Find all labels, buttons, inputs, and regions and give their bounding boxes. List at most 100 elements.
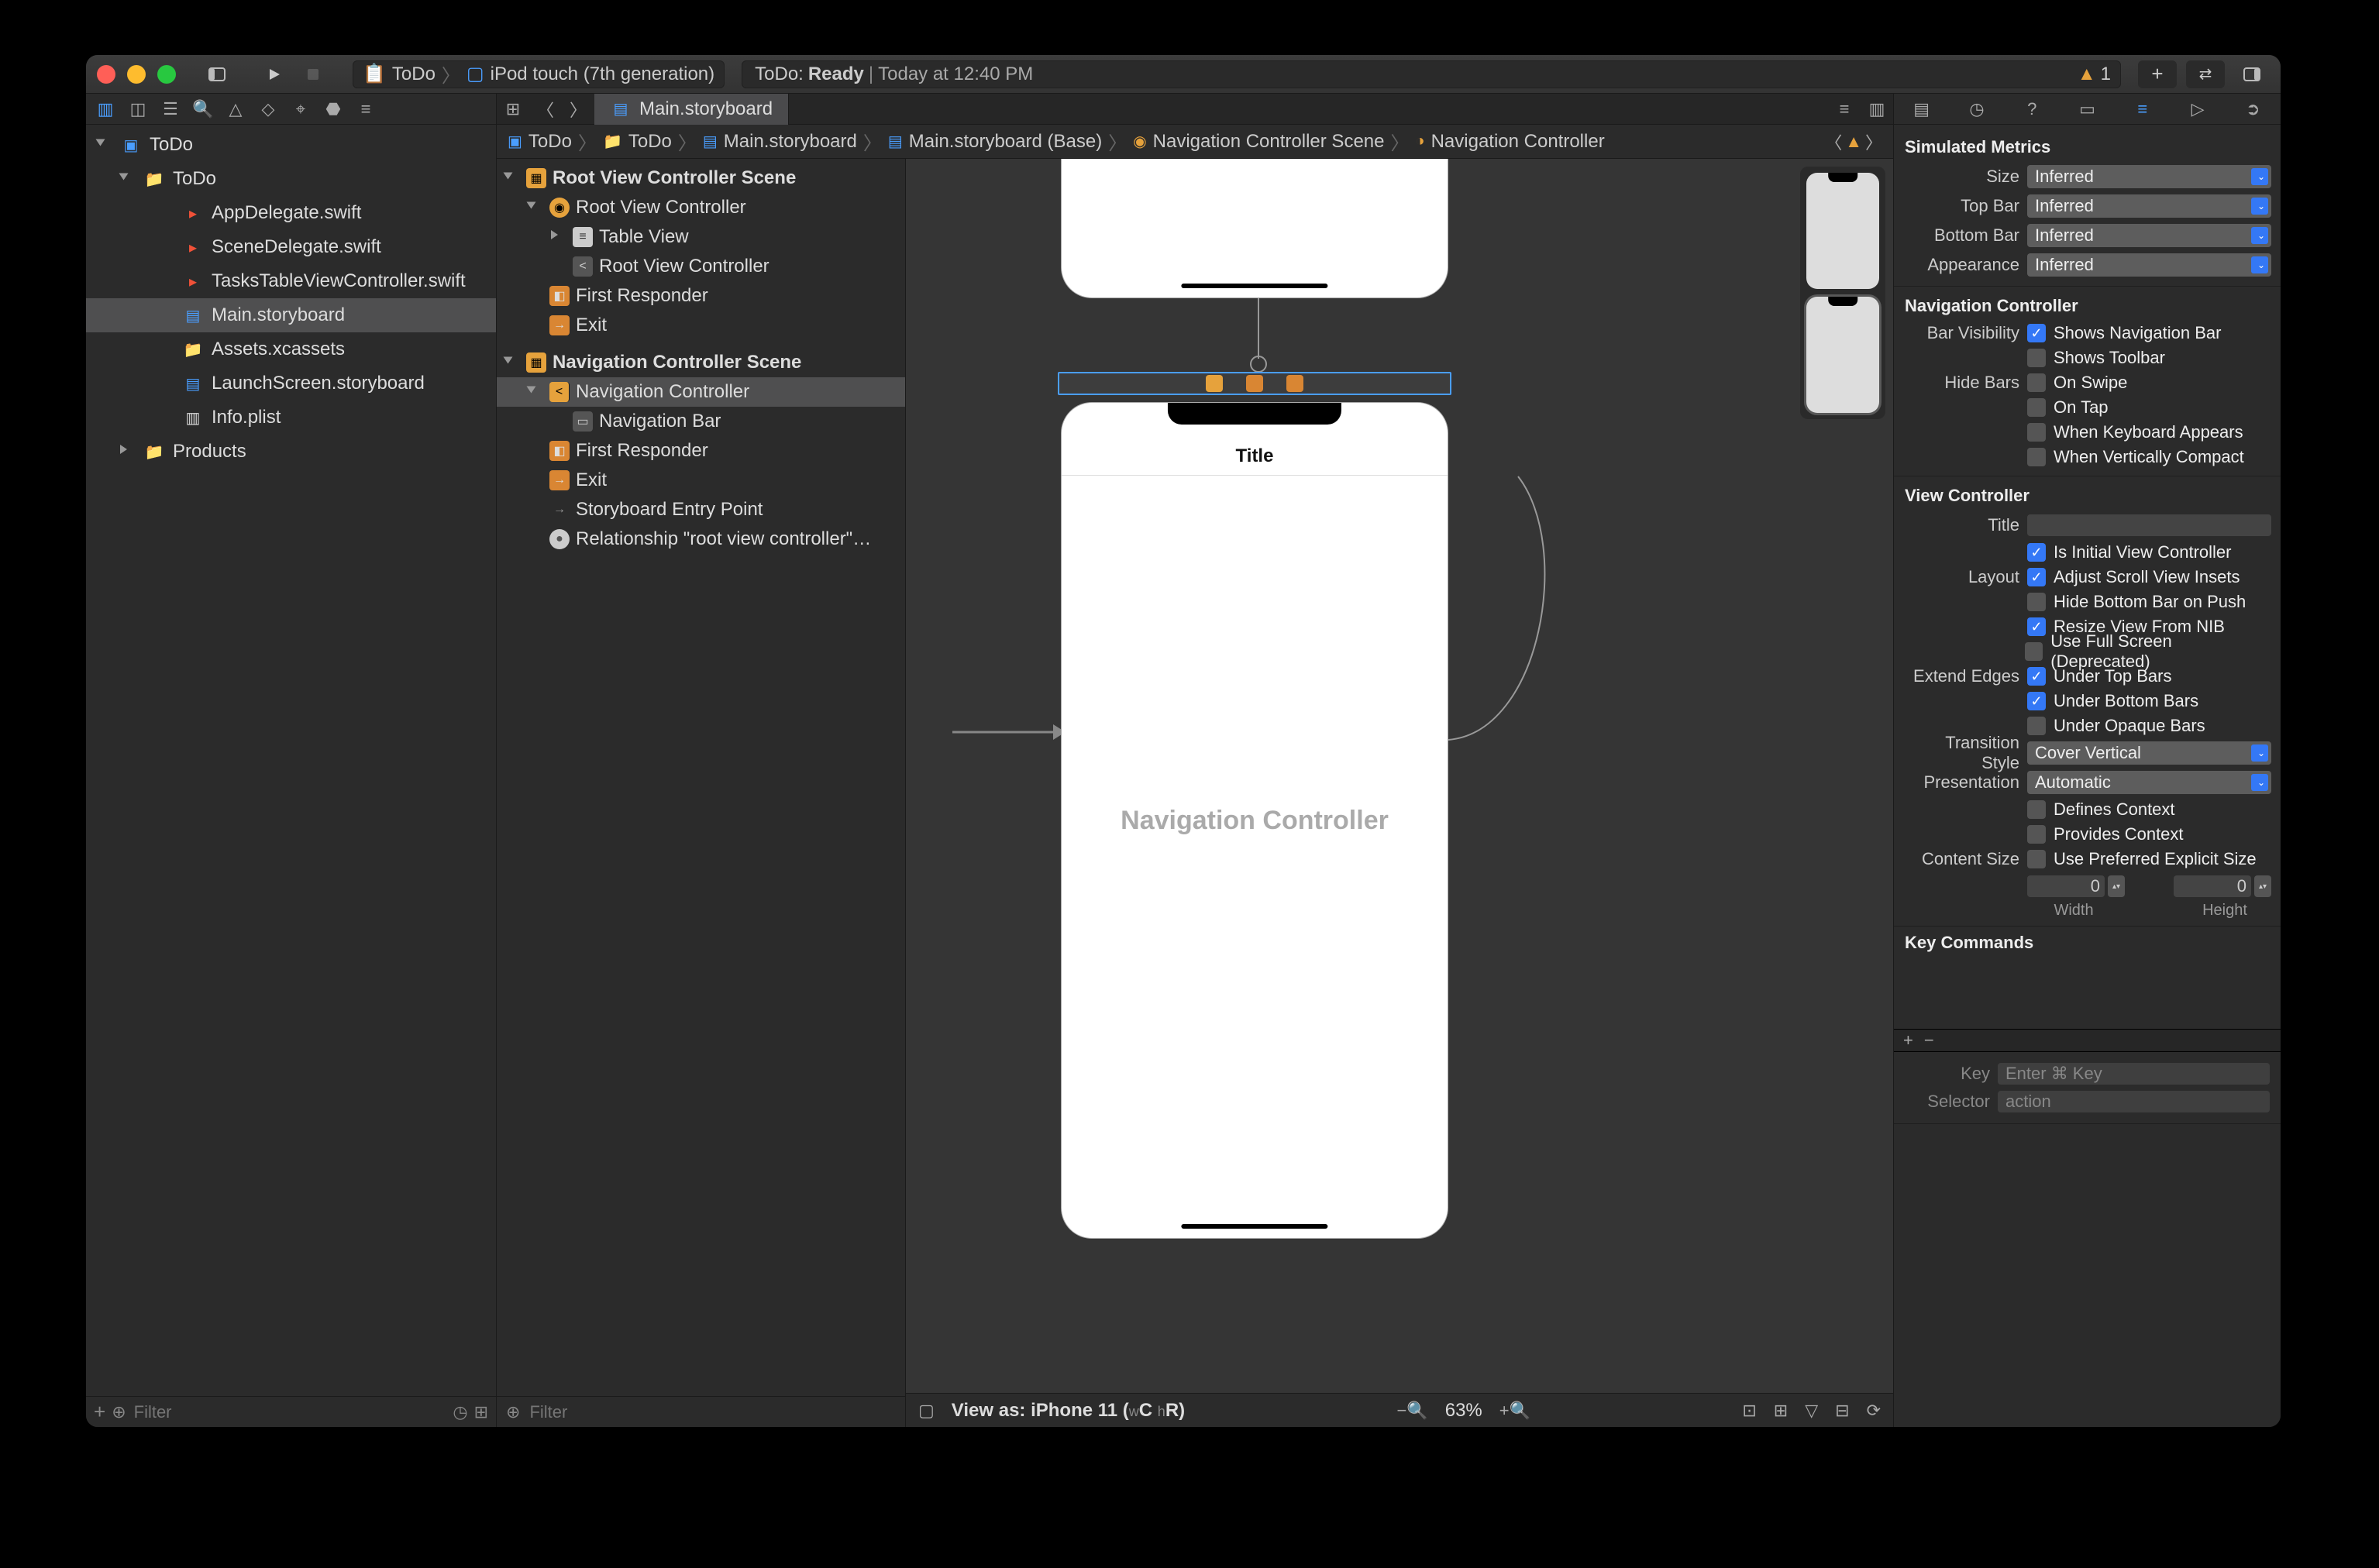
- group-row[interactable]: 📁 ToDo: [86, 162, 496, 196]
- recent-filter-button[interactable]: ◷: [453, 1402, 467, 1422]
- scheme-selector[interactable]: 📋 ToDo 〉 ▢ iPod touch (7th generation): [353, 60, 725, 88]
- exit-row[interactable]: →Exit: [497, 311, 905, 340]
- group-row[interactable]: 📁 Products: [86, 435, 496, 469]
- view-as-label[interactable]: View as: iPhone 11 (wC hR): [952, 1400, 1185, 1422]
- jump-bar[interactable]: ▣ToDo〉 📁ToDo〉 ▤Main.storyboard〉 ▤Main.st…: [497, 125, 1893, 159]
- help-inspector-tab[interactable]: ?: [2019, 98, 2045, 120]
- minimap-scene-selected[interactable]: [1806, 297, 1879, 413]
- nav-controller-row-selected[interactable]: <Navigation Controller: [497, 377, 905, 407]
- resolve-button[interactable]: ▽: [1805, 1401, 1818, 1421]
- hide-bottom-push-checkbox[interactable]: [2027, 593, 2046, 611]
- under-opaque-checkbox[interactable]: [2027, 717, 2046, 735]
- shows-nav-bar-checkbox[interactable]: ✓: [2027, 324, 2046, 342]
- top-bar-popup[interactable]: Inferred⌄: [2027, 194, 2271, 218]
- file-row[interactable]: ▸TasksTableViewController.swift: [86, 264, 496, 298]
- bottom-bar-popup[interactable]: Inferred⌄: [2027, 224, 2271, 247]
- navigation-controller-scene[interactable]: Title Navigation Controller: [1061, 402, 1448, 1239]
- relationship-row[interactable]: ●Relationship "root view controller"…: [497, 524, 905, 554]
- file-row[interactable]: 📁Assets.xcassets: [86, 332, 496, 366]
- embed-button[interactable]: ⊟: [1835, 1401, 1849, 1421]
- table-view-row[interactable]: ≡Table View: [497, 222, 905, 252]
- file-row[interactable]: ▥Info.plist: [86, 401, 496, 435]
- vc-row[interactable]: ◉Root View Controller: [497, 193, 905, 222]
- issue-indicator[interactable]: ▲ 1: [2078, 64, 2111, 85]
- full-screen-checkbox[interactable]: [2025, 642, 2043, 661]
- debug-navigator-tab[interactable]: ⌖: [289, 98, 312, 120]
- project-row[interactable]: ▣ ToDo: [86, 128, 496, 162]
- scm-filter-button[interactable]: ⊞: [474, 1402, 488, 1422]
- hide-on-swipe-checkbox[interactable]: [2027, 373, 2046, 392]
- use-preferred-size-checkbox[interactable]: [2027, 850, 2046, 868]
- key-field[interactable]: Enter ⌘ Key: [1998, 1063, 2270, 1085]
- vc-title-field[interactable]: [2027, 514, 2271, 536]
- related-items-button[interactable]: ⊞: [497, 94, 529, 125]
- resize-nib-checkbox[interactable]: ✓: [2027, 617, 2046, 636]
- shows-toolbar-checkbox[interactable]: [2027, 349, 2046, 367]
- size-popup[interactable]: Inferred⌄: [2027, 165, 2271, 188]
- code-review-button[interactable]: ⇄: [2186, 60, 2225, 88]
- test-navigator-tab[interactable]: ◇: [256, 98, 280, 120]
- activity-status[interactable]: ToDo: Ready | Today at 12:40 PM ▲ 1: [742, 60, 2121, 88]
- find-navigator-tab[interactable]: 🔍: [191, 98, 215, 120]
- ib-canvas[interactable]: Title Navigation Controller: [906, 159, 1893, 1393]
- minimap-scene[interactable]: [1806, 173, 1879, 289]
- minimize-window-button[interactable]: [127, 65, 146, 84]
- add-key-command-button[interactable]: +: [1903, 1030, 1913, 1050]
- add-button[interactable]: +: [94, 1400, 105, 1424]
- attributes-inspector-tab[interactable]: ≡: [2129, 98, 2156, 120]
- symbol-navigator-tab[interactable]: ☰: [159, 98, 182, 120]
- file-row[interactable]: ▸AppDelegate.swift: [86, 196, 496, 230]
- editor-options-button[interactable]: ≡: [1828, 94, 1861, 125]
- scene-row[interactable]: ▦Navigation Controller Scene: [497, 348, 905, 377]
- update-frames-button[interactable]: ⟳: [1867, 1401, 1881, 1421]
- under-top-checkbox[interactable]: ✓: [2027, 667, 2046, 686]
- exit-row[interactable]: →Exit: [497, 466, 905, 495]
- library-button[interactable]: +: [2138, 60, 2177, 88]
- history-inspector-tab[interactable]: ◷: [1964, 98, 1990, 120]
- editor-tab[interactable]: ▤ Main.storyboard: [594, 94, 789, 125]
- jump-bar-issues[interactable]: 〈 ▲ 〉: [1825, 129, 1882, 154]
- pin-button[interactable]: ⊞: [1774, 1401, 1788, 1421]
- defines-context-checkbox[interactable]: [2027, 800, 2046, 819]
- transition-popup[interactable]: Cover Vertical⌄: [2027, 741, 2271, 765]
- stop-button[interactable]: [295, 60, 331, 88]
- run-button[interactable]: [256, 60, 292, 88]
- nav-bar-row[interactable]: ▭Navigation Bar: [497, 407, 905, 436]
- entry-point-row[interactable]: →Storyboard Entry Point: [497, 495, 905, 524]
- toggle-inspector-button[interactable]: [2234, 60, 2270, 88]
- source-control-navigator-tab[interactable]: ◫: [126, 98, 150, 120]
- connections-inspector-tab[interactable]: ➲: [2240, 98, 2266, 120]
- project-navigator-tab[interactable]: ▥: [94, 98, 117, 120]
- outline-filter-input[interactable]: [528, 1401, 896, 1423]
- under-bottom-checkbox[interactable]: ✓: [2027, 692, 2046, 710]
- back-button[interactable]: 〈: [529, 94, 562, 125]
- hide-keyboard-checkbox[interactable]: [2027, 423, 2046, 442]
- align-button[interactable]: ⊡: [1742, 1401, 1756, 1421]
- root-vc-scene[interactable]: [1061, 159, 1448, 298]
- height-stepper[interactable]: ▴▾: [2254, 875, 2271, 897]
- nav-item-row[interactable]: <Root View Controller: [497, 252, 905, 281]
- size-inspector-tab[interactable]: ▷: [2184, 98, 2211, 120]
- toggle-navigator-button[interactable]: [199, 60, 235, 88]
- scene-dock[interactable]: [1058, 372, 1451, 395]
- presentation-popup[interactable]: Automatic⌄: [2027, 771, 2271, 794]
- file-inspector-tab[interactable]: ▤: [1909, 98, 1935, 120]
- storyboard-entry-arrow[interactable]: [952, 717, 1069, 748]
- selector-field[interactable]: action: [1998, 1091, 2270, 1112]
- appearance-popup[interactable]: Inferred⌄: [2027, 253, 2271, 277]
- provides-context-checkbox[interactable]: [2027, 825, 2046, 844]
- first-responder-row[interactable]: ◧First Responder: [497, 436, 905, 466]
- adjust-insets-checkbox[interactable]: ✓: [2027, 568, 2046, 586]
- report-navigator-tab[interactable]: ≡: [354, 98, 377, 120]
- breakpoint-navigator-tab[interactable]: ⬣: [322, 98, 345, 120]
- scene-row[interactable]: ▦Root View Controller Scene: [497, 163, 905, 193]
- content-width-field[interactable]: [2027, 875, 2105, 897]
- first-responder-row[interactable]: ◧First Responder: [497, 281, 905, 311]
- file-row[interactable]: ▤LaunchScreen.storyboard: [86, 366, 496, 401]
- outline-tree[interactable]: ▦Root View Controller Scene ◉Root View C…: [497, 159, 905, 1396]
- file-row-selected[interactable]: ▤Main.storyboard: [86, 298, 496, 332]
- adjust-editor-button[interactable]: ▥: [1861, 94, 1893, 125]
- project-tree[interactable]: ▣ ToDo 📁 ToDo ▸AppDelegate.swift ▸SceneD…: [86, 125, 496, 1396]
- width-stepper[interactable]: ▴▾: [2108, 875, 2125, 897]
- close-window-button[interactable]: [97, 65, 115, 84]
